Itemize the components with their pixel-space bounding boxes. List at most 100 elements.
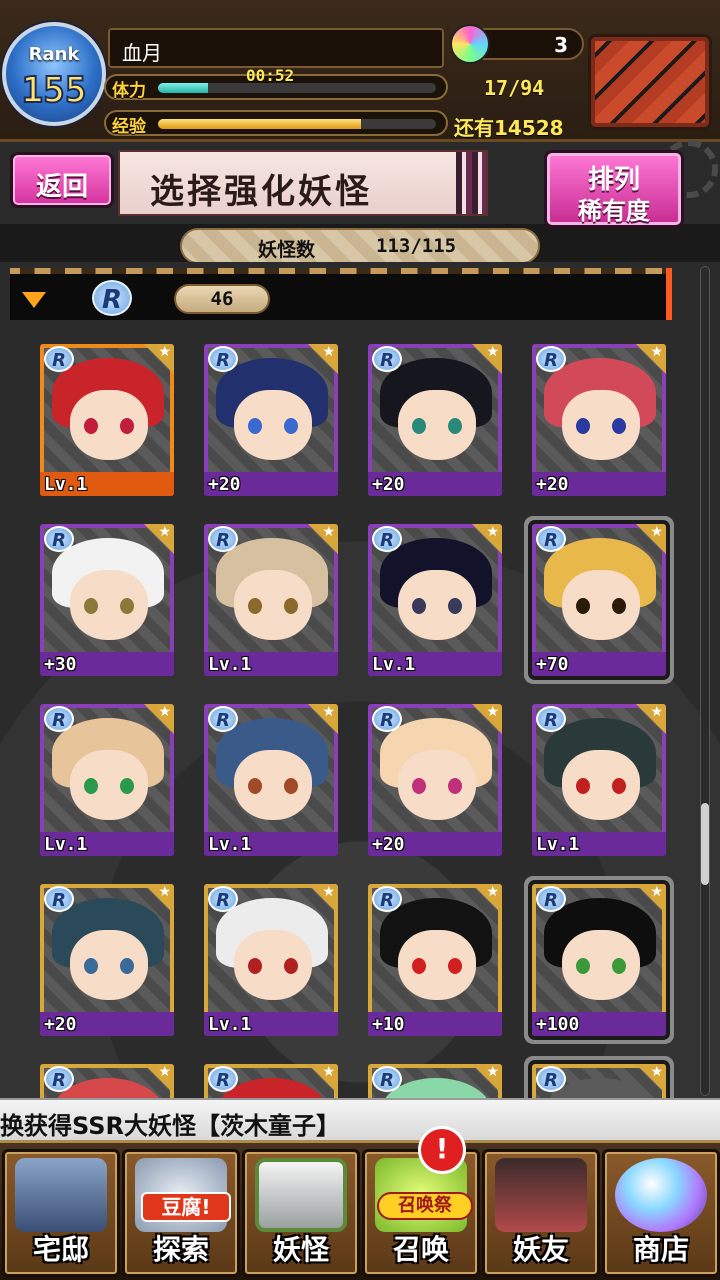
group-count: 46	[174, 284, 270, 314]
yokai-eye	[84, 778, 98, 794]
card-footer: +20	[368, 472, 502, 496]
rarity-r-icon: R	[536, 526, 566, 552]
yokai-eye	[248, 598, 262, 614]
card-footer: +100	[532, 1012, 666, 1036]
yokai-eye	[248, 418, 262, 434]
yokai-face	[562, 390, 640, 460]
star-icon: ★	[486, 344, 499, 360]
yokai-eye	[576, 418, 590, 434]
stamina-count: 17/94	[484, 76, 545, 100]
yokai-card[interactable]: R ★ +20	[368, 344, 502, 496]
treasure-chest-icon[interactable]	[588, 34, 712, 130]
nav-yokai-label: 妖怪	[272, 1233, 329, 1266]
orb-counter[interactable]: 3	[450, 24, 584, 64]
yokai-eye	[412, 418, 426, 434]
rarity-group-header[interactable]: R 46	[10, 268, 672, 320]
yokai-scroll-icon	[255, 1158, 347, 1232]
yokai-card[interactable]: R ★ Lv.1	[40, 344, 174, 496]
yokai-card[interactable]: R ★ +20	[40, 884, 174, 1036]
card-level-text: +20	[372, 474, 405, 495]
yokai-card[interactable]: R ★ Lv.1	[40, 704, 174, 856]
rarity-r-icon: R	[536, 346, 566, 372]
yokai-eye	[248, 778, 262, 794]
star-icon: ★	[322, 524, 335, 540]
star-icon: ★	[650, 884, 663, 900]
yokai-card[interactable]: R ★	[532, 1064, 666, 1100]
yokai-list[interactable]: R 46 R ★ Lv.1 R ★ +20 R ★ +20 R ★ +20 R ★ +30 R ★ Lv.1 R ★ L…	[0, 262, 720, 1100]
yokai-eye	[612, 778, 626, 794]
yokai-eye	[84, 958, 98, 974]
yokai-card[interactable]: R ★ Lv.1	[532, 704, 666, 856]
rarity-r-icon: R	[44, 1066, 74, 1092]
card-footer: +10	[368, 1012, 502, 1036]
yokai-eye	[576, 778, 590, 794]
scrollbar-thumb[interactable]	[701, 803, 709, 885]
card-footer: +20	[532, 472, 666, 496]
stamina-label: 体力	[112, 81, 146, 101]
yokai-face	[234, 750, 312, 820]
yokai-eye	[84, 418, 98, 434]
exp-bar: 经验	[104, 110, 448, 137]
nav-shop[interactable]: 商店	[602, 1149, 720, 1277]
nav-explore[interactable]: 豆腐! 探索	[122, 1149, 240, 1277]
nav-friends-label: 妖友	[512, 1233, 569, 1266]
rarity-r-icon: R	[208, 346, 238, 372]
yokai-card[interactable]: R ★	[204, 1064, 338, 1100]
nav-friends[interactable]: 妖友	[482, 1149, 600, 1277]
card-level-text: +20	[536, 474, 569, 495]
explore-sticker: 豆腐!	[141, 1192, 231, 1222]
mansion-icon	[15, 1158, 107, 1232]
yokai-card[interactable]: R ★ Lv.1	[204, 704, 338, 856]
nav-home[interactable]: 宅邸	[2, 1149, 120, 1277]
yokai-card[interactable]: R ★	[368, 1064, 502, 1100]
card-footer: +70	[532, 652, 666, 676]
nav-yokai[interactable]: 妖怪	[242, 1149, 360, 1277]
yokai-eye	[612, 598, 626, 614]
rank-label: Rank	[28, 44, 80, 65]
card-footer: Lv.1	[40, 472, 174, 496]
yokai-card[interactable]: R ★ Lv.1	[368, 524, 502, 676]
card-level-text: Lv.1	[536, 834, 580, 855]
sort-button[interactable]: 排列 稀有度	[544, 150, 684, 228]
yokai-card[interactable]: R ★ Lv.1	[204, 524, 338, 676]
exp-track	[158, 119, 436, 129]
yokai-card[interactable]: R ★ +20	[532, 344, 666, 496]
yokai-eye	[448, 598, 462, 614]
yokai-card[interactable]: R ★ +30	[40, 524, 174, 676]
yokai-card[interactable]: R ★	[40, 1064, 174, 1100]
yokai-eye	[412, 598, 426, 614]
yokai-face	[70, 570, 148, 640]
status-header: Rank 155 血月 体力 00:52 17/94 经验 还有14528 3	[0, 0, 720, 142]
card-level-text: +70	[536, 654, 569, 675]
yokai-face	[562, 570, 640, 640]
yokai-card[interactable]: R ★ +20	[368, 704, 502, 856]
nav-summon-label: 召唤	[392, 1233, 449, 1266]
rank-star-icon[interactable]: Rank 155	[2, 22, 106, 126]
nav-summon[interactable]: 召唤祭 召唤	[362, 1149, 480, 1277]
yokai-eye	[120, 598, 134, 614]
yokai-face	[234, 570, 312, 640]
yokai-card[interactable]: R ★ +10	[368, 884, 502, 1036]
star-icon: ★	[322, 704, 335, 720]
yokai-eye	[612, 418, 626, 434]
yokai-face	[70, 930, 148, 1000]
dropdown-triangle-icon	[22, 292, 46, 308]
alert-icon[interactable]: !	[418, 1126, 466, 1174]
yokai-card[interactable]: R ★ Lv.1	[204, 884, 338, 1036]
yokai-face	[398, 930, 476, 1000]
yokai-card[interactable]: R ★ +70	[532, 524, 666, 676]
yokai-card[interactable]: R ★ +100	[532, 884, 666, 1036]
player-name-box[interactable]: 血月	[108, 28, 444, 68]
news-ticker[interactable]: 换获得SSR大妖怪【茨木童子】	[0, 1098, 720, 1140]
yokai-eye	[412, 778, 426, 794]
orb-count: 3	[554, 33, 568, 57]
star-icon: ★	[486, 524, 499, 540]
page-title: 选择强化妖怪	[150, 172, 372, 212]
exp-label: 经验	[112, 117, 146, 137]
card-footer: Lv.1	[204, 832, 338, 856]
rarity-r-icon: R	[44, 346, 74, 372]
back-button[interactable]: 返回	[10, 152, 114, 208]
yokai-card[interactable]: R ★ +20	[204, 344, 338, 496]
scrollbar[interactable]	[700, 266, 710, 1096]
shop-orb-icon	[615, 1158, 707, 1232]
